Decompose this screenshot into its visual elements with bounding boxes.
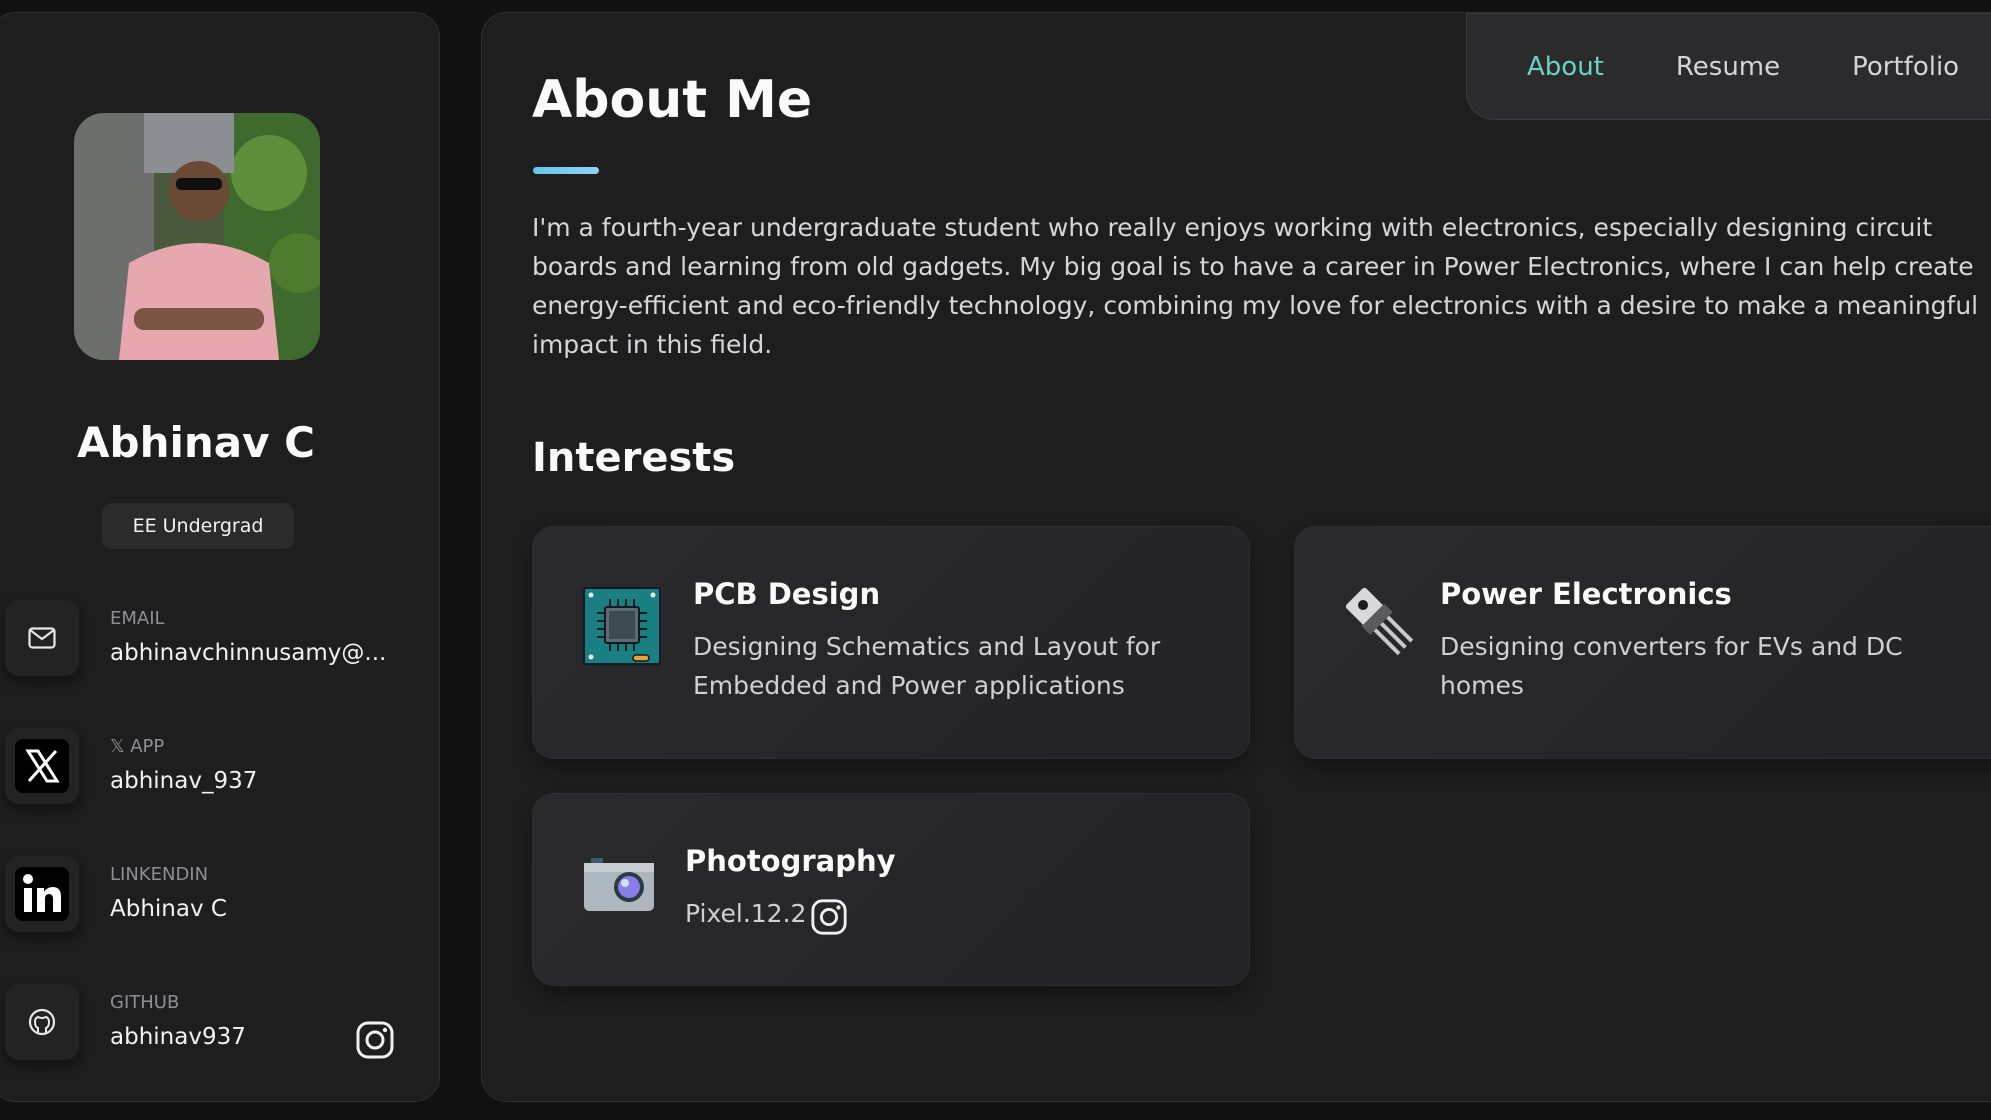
contact-x[interactable]: 𝕏 APP abhinav_937 xyxy=(5,716,425,844)
instagram-icon[interactable] xyxy=(355,1020,395,1060)
contact-value[interactable]: abhinav937 xyxy=(110,1024,246,1050)
contacts-list: EMAIL abhinavchinnusamy@... 𝕏 APP abhina… xyxy=(5,588,425,1100)
interest-card-power: Power Electronics Designing converters f… xyxy=(1294,526,1991,759)
about-text: I'm a fourth-year undergraduate student … xyxy=(532,213,1979,359)
github-icon xyxy=(5,984,79,1060)
title-underline xyxy=(533,167,599,174)
contact-label: GITHUB xyxy=(110,992,180,1013)
interest-text: Designing Schematics and Layout for Embe… xyxy=(693,632,1161,700)
interest-text: Pixel.12.2 xyxy=(685,899,807,928)
nav-about[interactable]: About xyxy=(1527,52,1604,82)
contact-label: 𝕏 APP xyxy=(110,736,165,757)
contact-linkedin[interactable]: LINKENDIN Abhinav C xyxy=(5,844,425,972)
contact-label: LINKENDIN xyxy=(110,864,209,885)
instagram-icon[interactable] xyxy=(810,898,848,936)
page-title: About Me xyxy=(532,70,813,130)
profile-sidebar: Abhinav C EE Undergrad EMAIL abhinavchin… xyxy=(0,12,440,1102)
email-icon xyxy=(5,600,79,676)
nav-portfolio[interactable]: Portfolio xyxy=(1852,52,1959,82)
transistor-icon xyxy=(1345,587,1414,656)
contact-label: EMAIL xyxy=(110,608,165,629)
profile-name: Abhinav C xyxy=(77,418,315,467)
x-logo-icon xyxy=(5,728,79,804)
interest-title: Photography xyxy=(685,844,896,878)
interests-title: Interests xyxy=(532,435,736,481)
interest-title: Power Electronics xyxy=(1440,577,1732,611)
nav-resume[interactable]: Resume xyxy=(1676,52,1780,82)
contact-email[interactable]: EMAIL abhinavchinnusamy@... xyxy=(5,588,425,716)
avatar xyxy=(74,113,320,360)
main-panel: About Resume Portfolio About Me I'm a fo… xyxy=(481,12,1991,1102)
avatar-photo xyxy=(74,113,320,360)
interest-card-photography: Photography Pixel.12.2 xyxy=(532,793,1250,986)
camera-icon xyxy=(584,858,654,911)
navbar: About Resume Portfolio xyxy=(1466,13,1991,120)
contact-value[interactable]: abhinav_937 xyxy=(110,768,257,794)
contact-value[interactable]: abhinavchinnusamy@... xyxy=(110,640,386,666)
contact-value[interactable]: Abhinav C xyxy=(110,896,227,922)
interest-text: Designing converters for EVs and DC home… xyxy=(1440,632,1903,700)
interest-card-pcb: PCB Design Designing Schematics and Layo… xyxy=(532,526,1250,759)
contact-github[interactable]: GITHUB abhinav937 xyxy=(5,972,425,1100)
interest-title: PCB Design xyxy=(693,577,881,611)
linkedin-icon xyxy=(5,856,79,932)
pcb-chip-icon xyxy=(583,587,661,665)
profile-title-badge: EE Undergrad xyxy=(102,503,294,549)
